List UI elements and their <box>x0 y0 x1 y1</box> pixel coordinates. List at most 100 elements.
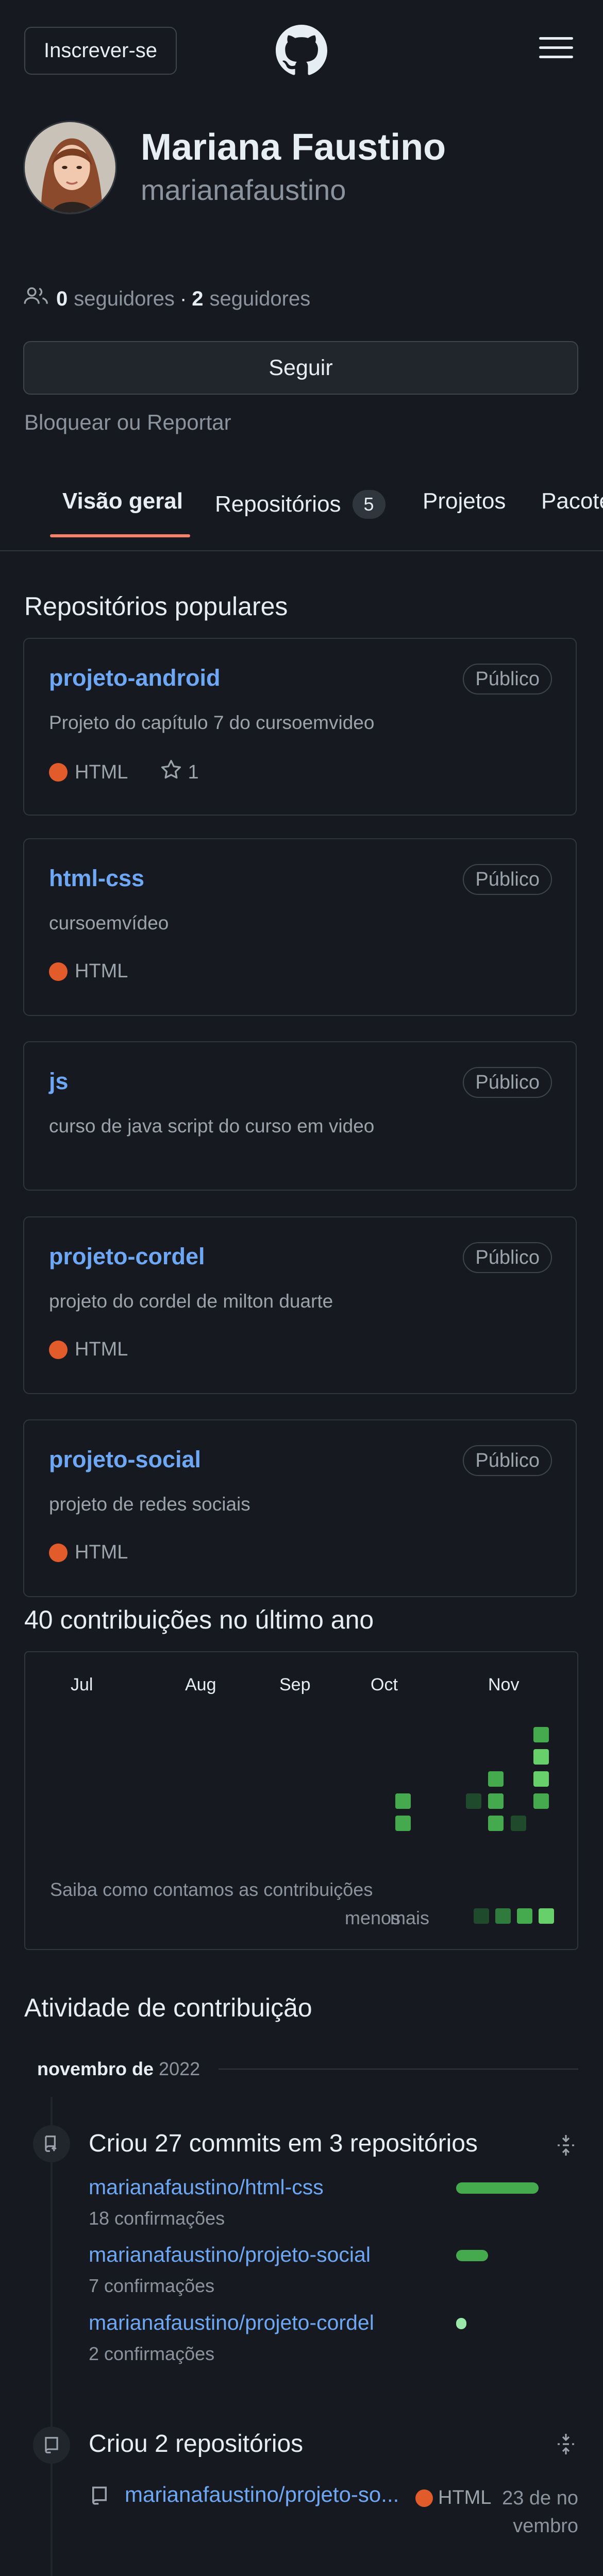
month-label: Oct <box>371 1675 398 1694</box>
created-event-title: Criou 2 repositórios <box>89 2430 304 2458</box>
signup-button[interactable]: Inscrever-se <box>24 27 177 75</box>
visibility-badge: Público <box>463 864 552 895</box>
commit-count: 18 confirmações <box>89 2208 225 2229</box>
collapse-icon[interactable] <box>554 2432 578 2459</box>
repo-meta: HTML <box>49 1338 128 1361</box>
following-label: seguidores <box>209 287 311 310</box>
month-label: novembro de <box>37 2058 154 2079</box>
avatar <box>23 121 117 214</box>
activity-title: Atividade de contribuição <box>24 1993 312 2022</box>
star-icon[interactable] <box>160 758 182 786</box>
visibility-badge: Público <box>463 1445 552 1476</box>
commit-bar <box>456 2250 488 2261</box>
tab-overview[interactable]: Visão geral <box>38 464 183 539</box>
month-label: Nov <box>488 1675 520 1694</box>
tab-bar: Visão geral Repositórios 5 Projetos Paco… <box>0 464 603 551</box>
commit-repo-link[interactable]: marianafaustino/html-css <box>89 2175 324 2199</box>
repo-link[interactable]: js <box>49 1068 69 1095</box>
contribution-cell[interactable] <box>395 1816 411 1831</box>
created-repo-link[interactable]: marianafaustino/projeto-so... <box>125 2482 414 2507</box>
repo-link[interactable]: projeto-cordel <box>49 1243 205 1270</box>
repo-link[interactable]: projeto-social <box>49 1446 201 1473</box>
year-label: 2022 <box>159 2058 200 2079</box>
repo-card: projeto-cordel Público projeto do cordel… <box>23 1216 577 1394</box>
followers-label: seguidores <box>74 287 175 310</box>
repo-description: cursoemvídeo <box>49 912 169 934</box>
commit-event-title: Criou 27 commits em 3 repositórios <box>89 2130 478 2157</box>
repo-card: projeto-social Público projeto de redes … <box>23 1419 577 1597</box>
language-label: HTML <box>75 1338 128 1360</box>
visibility-badge: Público <box>463 1242 552 1273</box>
repo-description: curso de java script do curso em video <box>49 1115 375 1137</box>
repo-meta: HTML <box>49 960 128 982</box>
contribution-cell[interactable] <box>511 1816 526 1831</box>
language-label: HTML <box>75 960 128 982</box>
collapse-icon[interactable] <box>554 2133 578 2160</box>
people-icon <box>23 286 49 312</box>
commit-repo-link[interactable]: marianafaustino/projeto-social <box>89 2243 371 2267</box>
language-color-dot <box>415 2489 433 2507</box>
commit-repo-link[interactable]: marianafaustino/projeto-cordel <box>89 2311 374 2335</box>
contribution-cell[interactable] <box>395 1793 411 1809</box>
visibility-badge: Público <box>463 1067 552 1098</box>
star-count[interactable]: 1 <box>188 761 198 784</box>
contribution-graph: Jul Aug Sep Oct Nov Saiba como contamos … <box>24 1651 578 1950</box>
github-logo-icon[interactable] <box>276 25 327 76</box>
repo-link[interactable]: projeto-android <box>49 665 220 691</box>
following-count: 2 <box>192 287 204 310</box>
repo-description: projeto do cordel de milton duarte <box>49 1291 333 1312</box>
month-header: novembro de 2022 <box>37 2058 578 2080</box>
language-label: HTML <box>75 1541 128 1563</box>
month-label: Aug <box>185 1675 216 1694</box>
repo-card: js Público curso de java script do curso… <box>23 1041 577 1191</box>
separator: · <box>179 287 187 310</box>
contribution-cell[interactable] <box>533 1727 549 1742</box>
month-label: Jul <box>71 1675 93 1694</box>
contribution-cell[interactable] <box>533 1749 549 1765</box>
language-label: HTML <box>438 2487 492 2509</box>
language-color-dot <box>49 763 68 782</box>
repo-meta: HTML 1 <box>49 758 199 786</box>
language-color-dot <box>49 1340 68 1359</box>
tab-repositories[interactable]: Repositórios 5 <box>215 464 386 539</box>
follow-button[interactable]: Seguir <box>23 341 578 395</box>
contributions-help-link[interactable]: Saiba como contamos as contribuições <box>50 1879 373 1901</box>
contributions-title: 40 contribuições no último ano <box>24 1605 374 1634</box>
legend-cell <box>539 1908 554 1924</box>
contribution-cell[interactable] <box>466 1793 481 1809</box>
followers-row: 0 seguidores · 2 seguidores <box>23 286 310 312</box>
profile-username: marianafaustino <box>141 174 346 206</box>
popular-repos-title: Repositórios populares <box>24 592 288 621</box>
contribution-cell[interactable] <box>488 1816 504 1831</box>
created-repo-date: 23 de novembro <box>502 2487 578 2537</box>
contribution-cell[interactable] <box>533 1771 549 1787</box>
visibility-badge: Público <box>463 664 552 694</box>
repo-icon <box>89 2485 110 2509</box>
tab-projects[interactable]: Projetos <box>423 488 506 514</box>
language-label: HTML <box>75 761 128 783</box>
tab-repositories-label: Repositórios <box>215 492 341 517</box>
repo-link[interactable]: html-css <box>49 865 144 892</box>
legend-more: mais <box>390 1907 430 1928</box>
contribution-cell[interactable] <box>488 1793 504 1809</box>
tab-overview-label: Visão geral <box>62 488 183 514</box>
tab-underline <box>50 534 190 537</box>
legend-cell <box>495 1908 511 1924</box>
commit-bar <box>456 2318 466 2329</box>
contribution-cell[interactable] <box>488 1771 504 1787</box>
legend-cell <box>517 1908 532 1924</box>
header: Inscrever-se <box>0 0 603 103</box>
repo-description: projeto de redes sociais <box>49 1494 250 1515</box>
created-repo-language: HTML <box>415 2487 491 2509</box>
tab-packages[interactable]: Pacotes <box>541 488 603 514</box>
repo-card: html-css Público cursoemvídeo HTML <box>23 838 577 1016</box>
block-report-link[interactable]: Bloquear ou Reportar <box>24 410 231 435</box>
menu-icon[interactable] <box>539 37 573 65</box>
profile-name: Mariana Faustino <box>141 127 446 168</box>
commit-count: 2 confirmações <box>89 2343 215 2364</box>
followers-link[interactable]: 0 seguidores <box>56 287 175 311</box>
contribution-cell[interactable] <box>533 1793 549 1809</box>
legend-cell <box>474 1908 489 1924</box>
repo-description: Projeto do capítulo 7 do cursoemvideo <box>49 712 375 733</box>
following-link[interactable]: 2 seguidores <box>192 287 310 311</box>
